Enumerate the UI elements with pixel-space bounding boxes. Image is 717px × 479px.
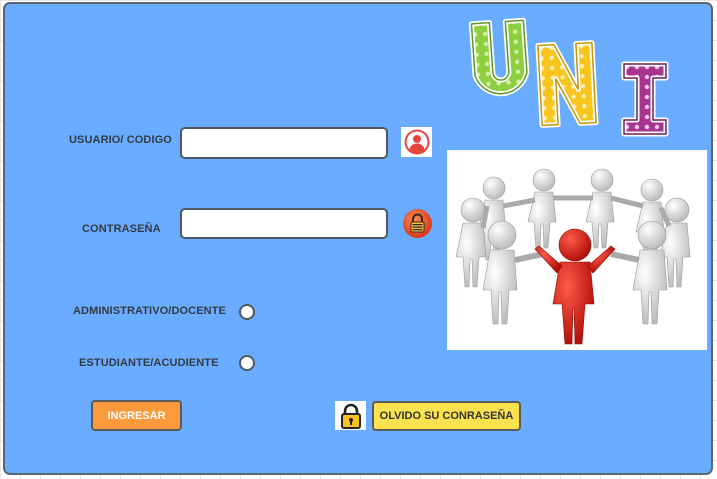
logo-letter-u [468,17,530,97]
uni-logo [468,17,669,137]
logo-letter-n [535,40,599,128]
lock-icon [402,208,433,239]
padlock-icon [335,401,366,430]
role-student-label: ESTUDIANTE/ACUDIENTE [79,357,219,369]
password-label: CONTRASEÑA [82,223,161,235]
role-admin-radio[interactable] [239,304,255,320]
username-label: USUARIO/ CODIGO [69,134,172,146]
role-admin-label: ADMINISTRATIVO/DOCENTE [73,305,226,317]
logo-letter-i [621,61,669,137]
login-button[interactable]: INGRESAR [91,400,182,431]
forgot-password-button[interactable]: OLVIDO SU CONRASEÑA [372,401,521,431]
password-input[interactable] [180,208,388,239]
people-circle-illustration [447,150,707,350]
user-icon [401,127,432,157]
role-student-radio[interactable] [239,355,255,371]
username-input[interactable] [180,127,388,159]
